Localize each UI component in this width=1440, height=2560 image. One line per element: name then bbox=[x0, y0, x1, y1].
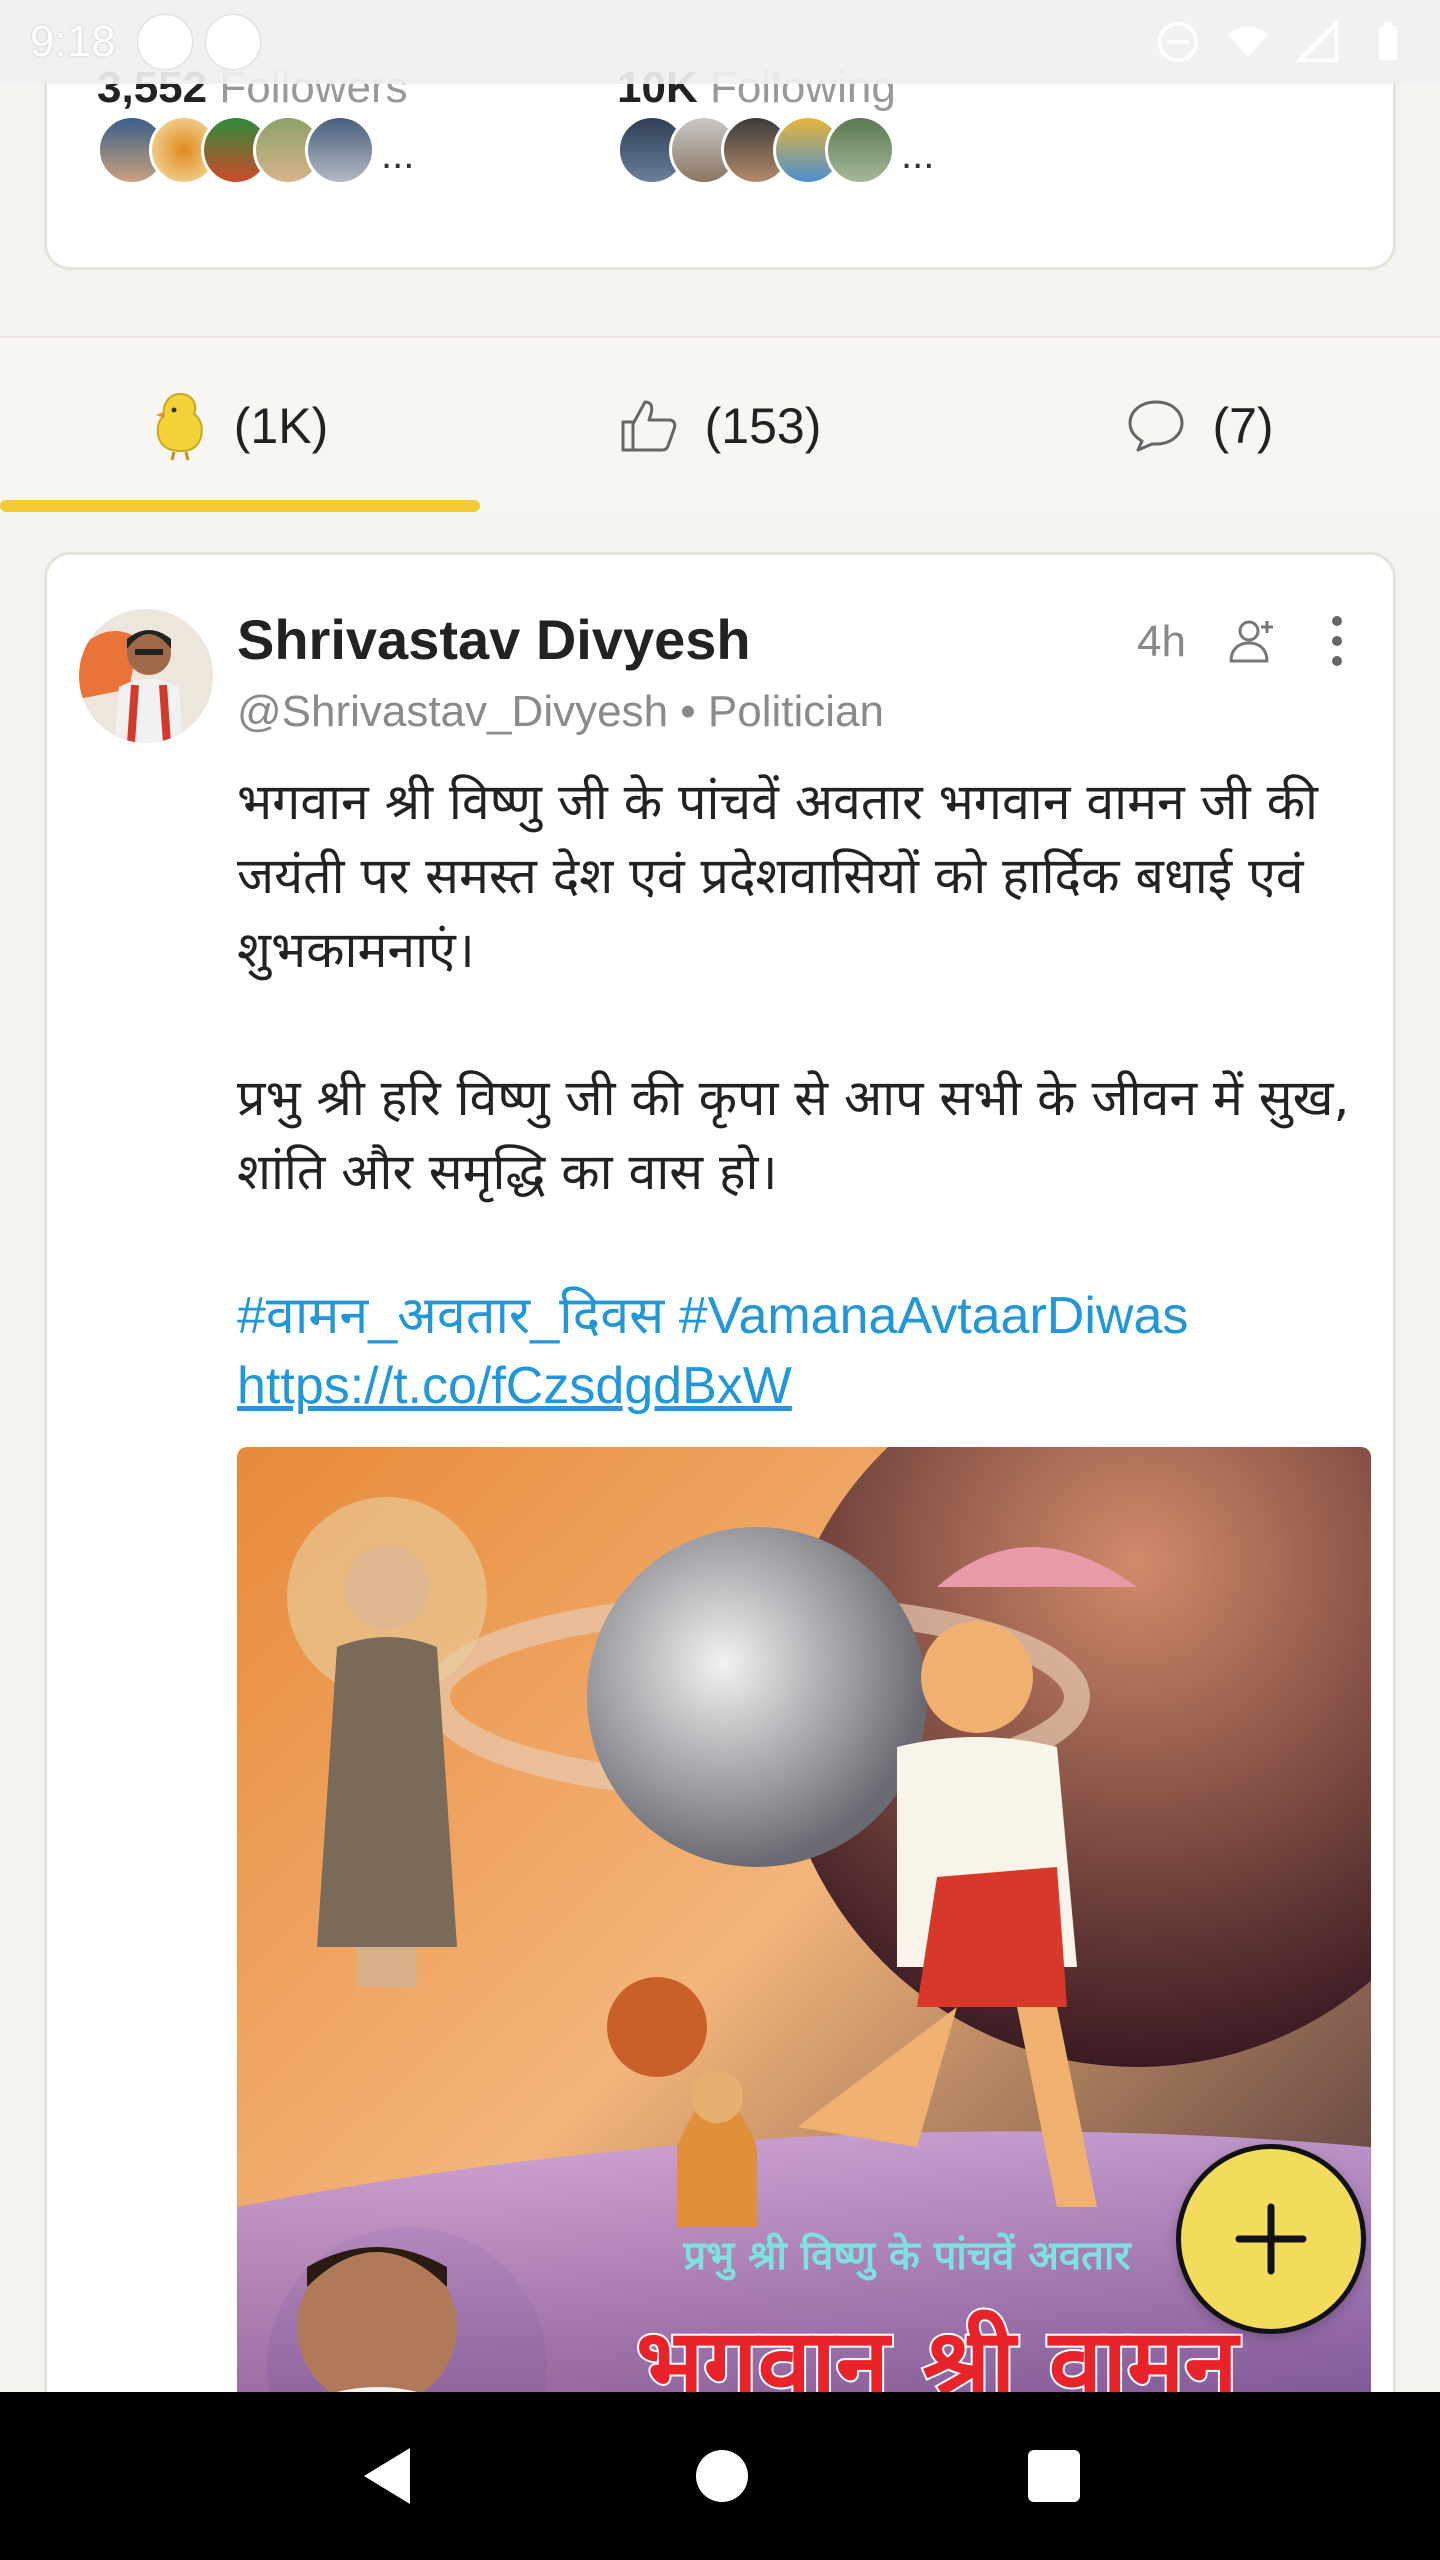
post-image[interactable]: प्रभु श्री विष्णु के पांचवें अवतार भगवान… bbox=[237, 1447, 1371, 2547]
tab-label: (7) bbox=[1212, 398, 1274, 454]
hashtags[interactable]: #वामन_अवतार_दिवस #VamanaAvtaarDiwas bbox=[237, 1281, 1377, 1351]
system-nav-bar bbox=[0, 2392, 1440, 2560]
image-caption-small: प्रभु श्री विष्णु के पांचवें अवतार bbox=[682, 2232, 1132, 2281]
follow-user-icon[interactable] bbox=[1227, 615, 1279, 667]
comment-icon bbox=[1128, 400, 1184, 452]
wifi-icon bbox=[1227, 26, 1269, 57]
signal-icon bbox=[1296, 20, 1339, 63]
thumbs-up-icon bbox=[621, 400, 676, 452]
tab-label: (153) bbox=[704, 398, 822, 454]
followers-avatars[interactable]: ... bbox=[97, 115, 414, 185]
following-avatars[interactable]: ... bbox=[617, 115, 934, 185]
tab-comments[interactable]: (7) bbox=[960, 338, 1440, 514]
more-followers: ... bbox=[381, 132, 415, 177]
recents-icon[interactable] bbox=[1026, 2448, 1082, 2504]
post-text: भगवान श्री विष्णु जी के पांचवें अवतार भग… bbox=[237, 765, 1377, 1283]
do-not-disturb-icon bbox=[1157, 21, 1199, 63]
more-following: ... bbox=[901, 132, 935, 177]
back-icon[interactable] bbox=[358, 2444, 418, 2508]
tab-label: (1K) bbox=[233, 398, 329, 454]
status-time: 9:18 bbox=[30, 17, 116, 66]
plus-icon bbox=[1235, 2203, 1307, 2275]
vamana-avatar-artwork: प्रभु श्री विष्णु के पांचवें अवतार भगवान… bbox=[237, 1447, 1371, 2547]
author-handle: @Shrivastav_Divyesh • Politician bbox=[237, 687, 884, 736]
post-links: #वामन_अवतार_दिवस #VamanaAvtaarDiwas http… bbox=[237, 1281, 1377, 1421]
post-time: 4h bbox=[1137, 617, 1186, 666]
status-bar: 9:18 bbox=[0, 0, 1440, 84]
post-link[interactable]: https://t.co/fCzsdgdBxW bbox=[237, 1351, 1377, 1421]
tab-chicks[interactable]: (1K) bbox=[0, 338, 480, 514]
home-icon[interactable] bbox=[694, 2448, 750, 2504]
avatar bbox=[825, 115, 895, 185]
post-tabs: (1K) (153) (7) bbox=[0, 336, 1440, 512]
create-post-button[interactable] bbox=[1176, 2144, 1366, 2334]
active-tab-indicator bbox=[0, 500, 480, 512]
battery-icon bbox=[1378, 21, 1398, 61]
post-paragraph: प्रभु श्री हरि विष्णु जी की कृपा से आप स… bbox=[237, 1069, 1350, 1201]
tab-likes[interactable]: (153) bbox=[480, 338, 960, 514]
app-notification-icon bbox=[205, 15, 260, 69]
post-paragraph: भगवान श्री विष्णु जी के पांचवें अवतार भग… bbox=[237, 773, 1318, 979]
avatar bbox=[305, 115, 375, 185]
app-notification-icon bbox=[137, 15, 192, 69]
author-name[interactable]: Shrivastav Divyesh bbox=[237, 607, 751, 672]
avatar[interactable] bbox=[79, 609, 213, 743]
chick-icon bbox=[155, 392, 203, 461]
more-options-icon[interactable] bbox=[1317, 611, 1357, 671]
